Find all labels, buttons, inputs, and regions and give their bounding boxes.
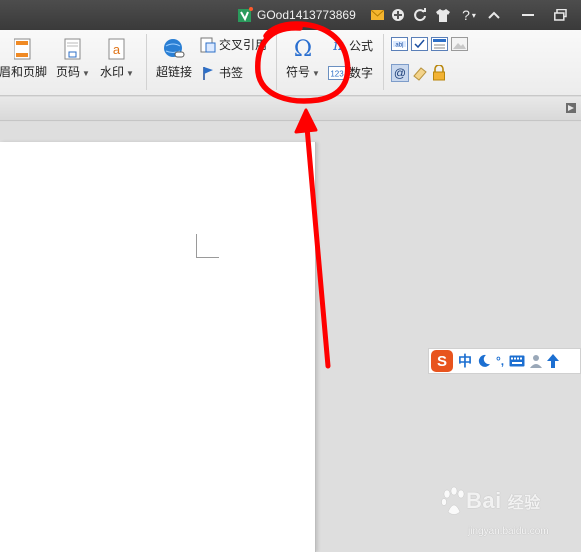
number-button[interactable]: 123 数字 (328, 64, 373, 81)
bookmark-flag-icon (200, 65, 216, 81)
number-icon: 123 (328, 65, 346, 80)
panel-toggle-icon[interactable] (566, 103, 576, 113)
text-margin-corner (196, 234, 219, 258)
ribbon-separator (276, 34, 277, 90)
ribbon-bottom-strip (0, 97, 581, 121)
page-number-label: 页码 ▼ (56, 65, 90, 79)
title-bar: GOod1413773869 ? ▾ (0, 0, 581, 30)
symbol-button[interactable]: Ω 符号 ▼ (282, 35, 324, 80)
svg-text:123: 123 (330, 69, 344, 78)
keyboard-icon[interactable] (509, 355, 525, 367)
minimize-icon[interactable] (520, 7, 536, 23)
watermark-text: 水印 (100, 65, 125, 79)
baidu-paw-icon (441, 486, 465, 515)
hyperlink-button[interactable]: 超链接 (153, 35, 195, 80)
baidu-watermark: Bai 经验 jingyan.baidu.com (440, 486, 570, 546)
header-footer-label: 眉和页脚 (0, 65, 47, 79)
refresh-icon[interactable] (412, 7, 428, 23)
bookmark-label: 书签 (219, 66, 244, 80)
page-number-text: 页码 (56, 65, 81, 79)
hyperlink-label: 超链接 (155, 65, 192, 79)
list-control-icon[interactable] (431, 37, 448, 51)
punctuation-icon[interactable]: °, (496, 354, 504, 368)
svg-text:a: a (113, 42, 121, 57)
ribbon-separator (383, 34, 384, 90)
cross-reference-button[interactable]: 交叉引用 (200, 36, 267, 53)
at-sign-icon[interactable]: @ (391, 64, 409, 82)
collapse-icon[interactable] (486, 7, 502, 23)
moon-icon[interactable] (477, 354, 491, 368)
user-badge-icon (237, 7, 253, 23)
hyperlink-icon (162, 35, 186, 63)
cross-reference-icon (200, 37, 216, 53)
ime-language-mode[interactable]: 中 (458, 351, 472, 371)
user-account[interactable]: GOod1413773869 (237, 6, 356, 24)
shirt-icon[interactable] (435, 7, 451, 23)
number-label: 数字 (349, 66, 374, 80)
svg-text:ab|: ab| (395, 43, 404, 49)
watermark-icon: a (108, 35, 126, 63)
header-footer-icon (14, 35, 32, 63)
lock-icon[interactable] (432, 65, 446, 81)
watermark-label: 水印 ▼ (100, 65, 134, 79)
page-number-icon (64, 35, 82, 63)
checkbox-control-icon[interactable] (411, 37, 428, 51)
ribbon-separator (146, 34, 147, 90)
watermark-brand-text: Bai (466, 488, 502, 513)
watermark-button[interactable]: a 水印 ▼ (98, 35, 136, 80)
header-footer-button[interactable]: 眉和页脚 (0, 35, 48, 80)
restore-icon[interactable] (552, 7, 568, 23)
user-icon[interactable] (530, 354, 543, 368)
text-field-control-icon[interactable]: ab| (391, 37, 408, 51)
watermark-url: jingyan.baidu.com (468, 526, 549, 537)
cross-reference-label: 交叉引用 (219, 38, 268, 52)
watermark-brand-suffix: 经验 (507, 495, 541, 512)
mail-icon[interactable] (369, 7, 385, 23)
omega-icon: Ω (293, 36, 313, 62)
sogou-logo-icon[interactable]: S (431, 350, 453, 372)
document-page[interactable] (0, 142, 316, 552)
image-control-icon[interactable] (451, 37, 468, 51)
help-icon[interactable]: ? ▾ (458, 7, 480, 23)
symbol-text: 符号 (286, 65, 311, 79)
formula-label: 公式 (349, 38, 374, 53)
ime-toolbar[interactable]: S 中 °, (428, 348, 581, 374)
username: GOod1413773869 (257, 8, 356, 22)
up-arrow-icon[interactable] (547, 354, 560, 368)
eraser-icon[interactable] (412, 65, 428, 81)
watermark-brand: Bai 经验 (466, 488, 541, 514)
help-label: ? (462, 7, 470, 23)
pi-icon: π (333, 36, 343, 54)
insert-ribbon: 眉和页脚 页码 ▼ a 水印 ▼ 超链接 交叉引用 书签 Ω 符号 ▼ π 公式… (0, 30, 581, 96)
symbol-label: 符号 ▼ (286, 65, 320, 79)
skin-icon[interactable] (390, 7, 406, 23)
formula-button[interactable]: π 公式 (330, 36, 373, 54)
page-number-button[interactable]: 页码 ▼ (54, 35, 92, 80)
bookmark-button[interactable]: 书签 (200, 64, 243, 81)
